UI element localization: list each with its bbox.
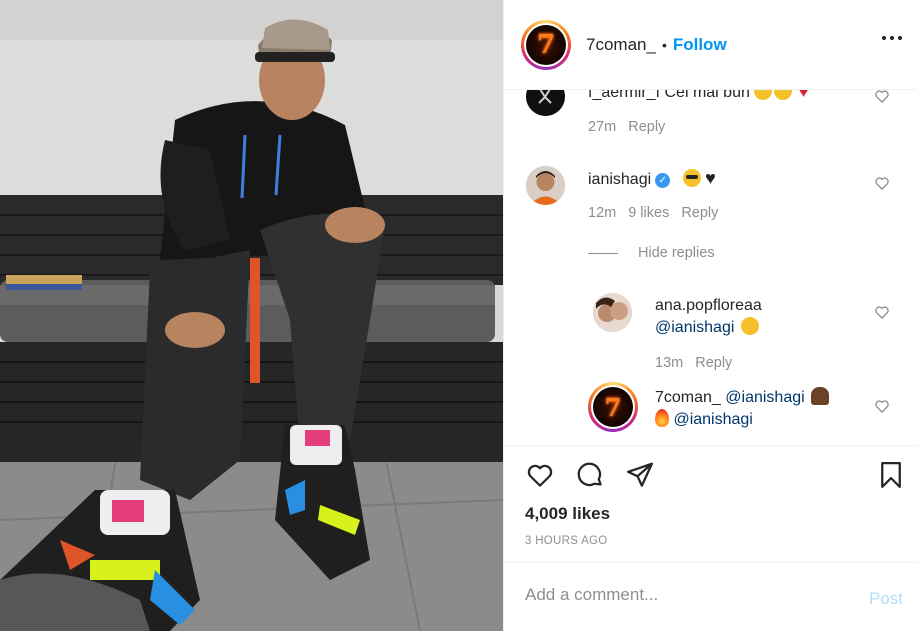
sunglasses-emoji <box>682 169 701 187</box>
post-sidebar: 7 7coman_ • Follow f_aermir_f Cel mai bu… <box>503 0 917 631</box>
heart-emoji: ♥ <box>798 90 809 101</box>
reply-item: ana.popfloreaa @ianishagi 13m Reply <box>504 290 917 371</box>
skull-avatar-graphic <box>526 90 565 116</box>
share-icon[interactable] <box>625 460 655 490</box>
small-heart-icon[interactable] <box>874 175 890 191</box>
more-icon[interactable] <box>882 36 902 40</box>
comment-time: 27m <box>588 119 617 135</box>
comment-input[interactable] <box>525 585 845 605</box>
replier-avatar[interactable]: 7 <box>588 382 638 432</box>
commenter-avatar[interactable] <box>526 166 565 205</box>
reply-time: 13m <box>655 355 684 371</box>
weary-emoji <box>740 317 759 335</box>
comment-username[interactable]: ianishagi <box>588 171 651 188</box>
hide-replies-button[interactable]: Hide replies <box>588 245 715 261</box>
comment-username[interactable]: f_aermir_f <box>588 90 660 101</box>
reply-username[interactable]: ana.popfloreaa <box>655 297 762 314</box>
likes-count[interactable]: 4,009 likes <box>525 504 610 524</box>
post-actions: 4,009 likes 3 HOURS AGO <box>504 445 917 560</box>
reply-button[interactable]: Reply <box>628 119 665 135</box>
avatar-image: 7 <box>526 24 566 65</box>
mention-link[interactable]: @ianishagi <box>725 389 804 406</box>
reply-button[interactable]: Reply <box>695 355 732 371</box>
person-avatar-graphic <box>526 166 565 205</box>
comment-text: Cel mai bun <box>664 90 750 101</box>
mention-link[interactable]: @ianishagi <box>655 319 734 336</box>
post-comment-button[interactable]: Post <box>869 589 903 609</box>
commenter-avatar[interactable] <box>526 90 565 116</box>
comments-list[interactable]: f_aermir_f Cel mai bun ♥ 27m Reply ianish… <box>504 90 917 445</box>
add-comment-bar: Post <box>504 562 917 631</box>
couple-avatar-graphic <box>593 293 632 332</box>
heart-icon[interactable] <box>525 460 555 490</box>
reply-item: 7 7coman_ @ianishagi @ianishagi <box>504 382 917 442</box>
reply-username[interactable]: 7coman_ <box>655 389 721 406</box>
praying-emoji <box>811 387 830 405</box>
fire-emoji <box>655 409 669 427</box>
comment-likes[interactable]: 9 likes <box>628 205 669 221</box>
replier-avatar[interactable] <box>593 293 632 332</box>
header-separator: • <box>661 36 667 53</box>
reply-meta: 13m Reply <box>655 355 732 371</box>
mention-link[interactable]: @ianishagi <box>673 411 752 428</box>
post-timestamp: 3 HOURS AGO <box>525 535 608 547</box>
comment-meta: 27m Reply <box>588 119 665 135</box>
comment-icon[interactable] <box>575 460 605 490</box>
post-photo[interactable] <box>0 0 503 631</box>
bookmark-icon[interactable] <box>876 460 906 490</box>
author-avatar[interactable]: 7 <box>521 19 571 70</box>
photo-illustration <box>0 0 503 631</box>
divider-line <box>588 252 618 254</box>
face-emoji <box>774 90 793 100</box>
follow-button[interactable]: Follow <box>673 35 727 55</box>
small-heart-icon[interactable] <box>874 304 890 320</box>
black-heart-emoji: ♥ <box>705 168 716 188</box>
face-emoji <box>754 90 773 100</box>
reply-button[interactable]: Reply <box>681 205 718 221</box>
post-header: 7 7coman_ • Follow <box>504 0 917 90</box>
comment-time: 12m <box>588 205 617 221</box>
comment-item: f_aermir_f Cel mai bun ♥ 27m Reply <box>504 90 917 150</box>
small-heart-icon[interactable] <box>874 398 890 414</box>
verified-icon: ✓ <box>655 173 671 188</box>
hide-replies-label: Hide replies <box>638 245 715 261</box>
avatar-image: 7 <box>593 387 633 427</box>
author-username[interactable]: 7coman_ <box>586 35 656 55</box>
small-heart-icon[interactable] <box>874 90 890 104</box>
comment-meta: 12m 9 likes Reply <box>588 205 718 221</box>
comment-item: ianishagi ✓ ♥ 12m 9 likes Reply <box>504 160 917 230</box>
